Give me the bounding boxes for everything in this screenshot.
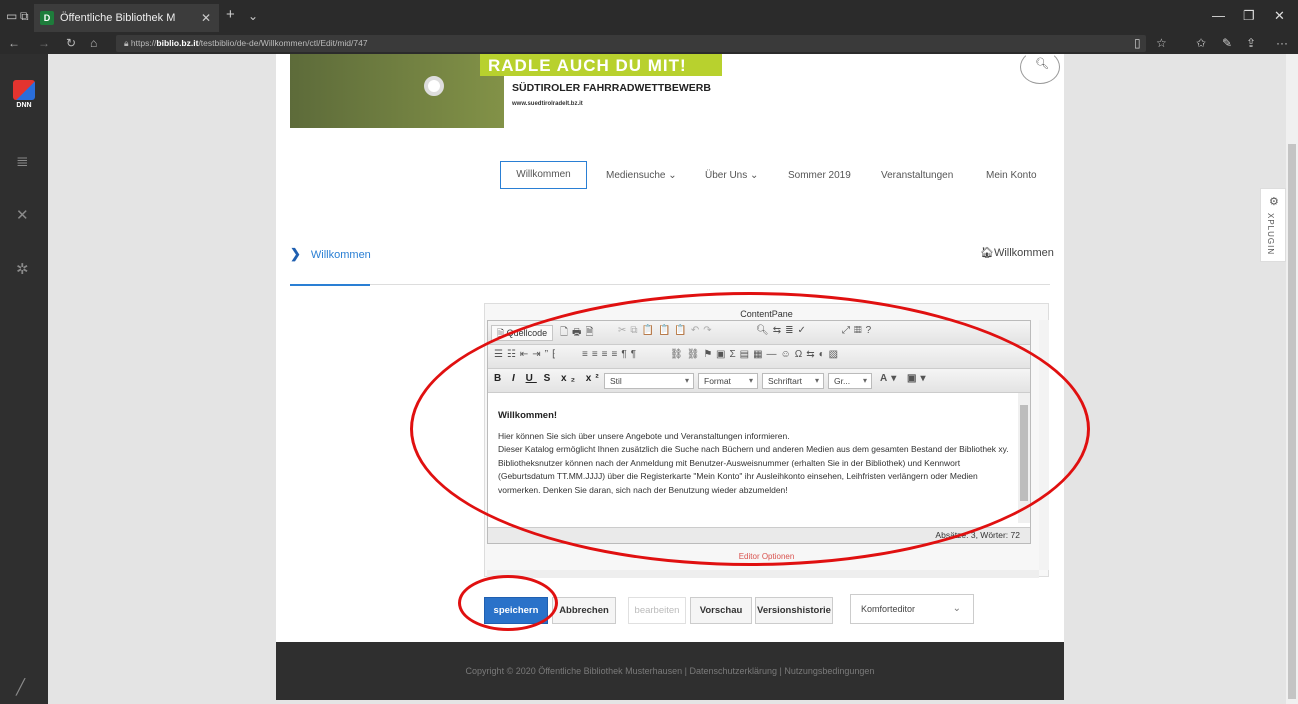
minimize-icon[interactable]: — [1212,8,1225,23]
favorite-star-icon[interactable]: ☆ [1156,36,1167,50]
new-tab-icon[interactable]: + [226,6,235,23]
more-icon[interactable]: ··· [1276,36,1288,50]
address-bar: ← → ↻ ⌂ 🔒︎ https://biblio.bz.it/testbibl… [0,32,1298,54]
favorites-icon[interactable]: ✩ [1196,36,1206,50]
dnn-logo-icon [13,80,35,100]
tab-actions-icon[interactable]: ▭ [6,9,17,23]
home-icon[interactable]: ⌂ [90,36,97,50]
header-banner: RADLE AUCH DU MIT! SÜDTIROLER FAHRRADWET… [290,54,722,128]
annotation-ellipse-save [458,575,558,631]
menu-item-willkommen[interactable]: Willkommen [500,161,587,189]
tools-icon[interactable]: ✕ [16,206,29,224]
bike-wheel-icon [424,76,444,96]
home-breadcrumb-icon: 🏠︎ [980,247,994,259]
chevron-right-icon: ❯ [290,246,301,261]
cancel-button[interactable]: Abbrechen [552,597,616,624]
editor-mode-select[interactable]: Komforteditor ⌄ [850,594,974,624]
reading-view-icon[interactable]: ▯ [1134,36,1141,50]
browser-titlebar: ▭ ⧉ D Öffentliche Bibliothek M ✕ + ⌄ — ❐… [0,0,1298,32]
pen-icon[interactable]: ✎ [1222,36,1232,50]
menu-item-mediensuche[interactable]: Mediensuche ⌄ [606,170,677,181]
annotation-ellipse-editor [410,292,1090,566]
dnn-sidebar: DNN ≣ ✕ ✲ ╱ [0,54,48,704]
banner-site: www.suedtirolradelt.bz.it [512,101,583,107]
url-path: /testbiblio/de-de/Willkommen/ctl/Edit/mi… [198,38,368,48]
chevron-down-icon: ⌄ [952,603,961,614]
version-history-button[interactable]: Versionshistorie [755,597,833,624]
refresh-icon[interactable]: ↻ [66,36,76,50]
editor-mode-value: Komforteditor [861,604,916,614]
content-pane-hscrollbar[interactable] [487,570,1039,578]
page-title-text: Willkommen [310,249,371,261]
breadcrumb-text: Willkommen [993,247,1054,259]
maximize-icon[interactable]: ❐ [1243,8,1255,24]
back-icon[interactable]: ← [8,36,20,50]
url-prefix: https:// [130,38,157,48]
banner-slogan: RADLE AUCH DU MIT! [488,56,687,75]
xplugin-gear-icon: ⚙ [1269,196,1279,208]
share-icon[interactable]: ⇪ [1246,36,1256,50]
divider-accent [290,284,370,286]
tab-title: Öffentliche Bibliothek M [60,12,176,24]
menu-item-ueber-uns[interactable]: Über Uns ⌄ [705,170,758,181]
page-scrollbar[interactable] [1286,54,1298,704]
dnn-logo[interactable]: DNN [13,80,35,110]
menu-item-sommer[interactable]: Sommer 2019 [788,170,851,181]
browser-tab[interactable]: D Öffentliche Bibliothek M ✕ [34,4,219,32]
lock-icon: 🔒︎ [124,38,131,48]
window-close-icon[interactable]: ✕ [1274,8,1285,24]
xplugin-tab[interactable]: ⚙ XPLUGIN [1260,188,1286,262]
banner-competition: SÜDTIROLER FAHRRADWETTBEWERB [512,82,711,94]
dnn-favicon-icon: D [40,11,54,25]
divider [290,284,1050,285]
edit-button[interactable]: bearbeiten [628,597,686,624]
edit-pencil-icon[interactable]: ╱ [16,678,25,696]
xplugin-label: XPLUGIN [1266,213,1275,256]
page-footer: Copyright © 2020 Öffentliche Bibliothek … [276,642,1064,700]
preview-button[interactable]: Vorschau [690,597,752,624]
tab-menu-icon[interactable]: ⌄ [248,9,258,23]
breadcrumb[interactable]: 🏠︎Willkommen [980,246,1054,259]
content-icon[interactable]: ≣ [16,152,29,170]
url-domain: biblio.bz.it [156,38,199,48]
close-tab-icon[interactable]: ✕ [201,11,211,25]
settings-gear-icon[interactable]: ✲ [16,260,29,278]
search-icon: 🔍︎ [1035,58,1049,70]
url-field[interactable]: 🔒︎ https://biblio.bz.it/testbiblio/de-de… [116,35,1146,52]
menu-item-mein-konto[interactable]: Mein Konto [986,170,1037,181]
page-title: ❯ Willkommen [290,246,371,262]
dnn-logo-text: DNN [16,102,32,109]
page-scrollbar-thumb[interactable] [1288,144,1296,699]
menu-item-veranstaltungen[interactable]: Veranstaltungen [881,170,953,181]
forward-icon[interactable]: → [38,36,50,50]
search-button[interactable]: 🔍︎ [1020,50,1060,84]
tab-preview-icon[interactable]: ⧉ [20,9,29,24]
